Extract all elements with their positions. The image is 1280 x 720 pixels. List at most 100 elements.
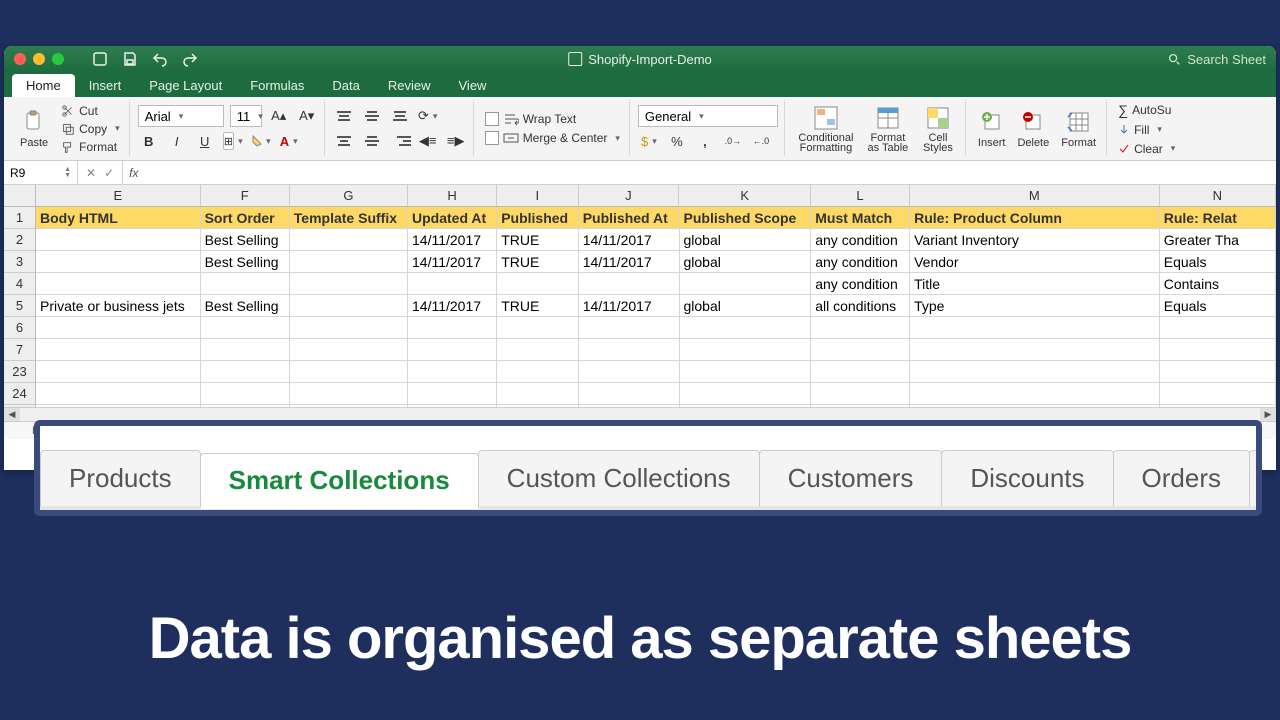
column-header-F[interactable]: F [201,185,290,206]
cell[interactable]: TRUE [497,251,578,273]
cell[interactable]: any condition [811,251,910,273]
header-cell[interactable]: Published At [579,207,680,229]
row-header-23[interactable]: 23 [4,361,35,383]
scroll-left-icon[interactable]: ◀ [4,408,20,422]
align-left-button[interactable] [333,130,355,152]
cell[interactable] [680,317,812,339]
cell[interactable]: global [680,229,812,251]
column-header-E[interactable]: E [36,185,201,206]
cell[interactable] [811,317,910,339]
cell[interactable] [811,339,910,361]
cell[interactable] [497,317,578,339]
cell[interactable]: Best Selling [201,229,290,251]
cell[interactable] [36,339,201,361]
column-header-J[interactable]: J [579,185,680,206]
cell[interactable] [1160,383,1276,405]
cell[interactable]: 14/11/2017 [579,295,680,317]
ribbon-tab-insert[interactable]: Insert [75,74,136,97]
cell[interactable]: TRUE [497,295,578,317]
cell[interactable] [290,383,408,405]
horizontal-scrollbar[interactable]: ◀ ▶ [4,407,1276,421]
sheet-tab-smart-collections[interactable]: Smart Collections [200,453,479,509]
cell[interactable] [408,383,497,405]
cell[interactable]: all conditions [811,295,910,317]
cell[interactable] [290,229,408,251]
orientation-button[interactable]: ⟳ [417,105,439,127]
fill-button[interactable]: Fill [1115,122,1178,138]
cell[interactable] [579,273,680,295]
align-top-button[interactable] [333,105,355,127]
font-name-select[interactable]: Arial [138,105,224,127]
decrease-indent-button[interactable]: ◀≡ [417,130,439,152]
font-color-button[interactable]: A [278,130,300,152]
column-header-L[interactable]: L [811,185,910,206]
header-cell[interactable]: Template Suffix [290,207,408,229]
ribbon-tab-view[interactable]: View [445,74,501,97]
minimize-button[interactable] [33,53,45,65]
sheet-tab-customers[interactable]: Customers [759,450,943,506]
comma-button[interactable]: , [694,130,716,152]
ribbon-tab-review[interactable]: Review [374,74,445,97]
cell[interactable]: Equals [1160,251,1276,273]
select-all-corner[interactable] [4,185,36,207]
column-header-N[interactable]: N [1160,185,1276,206]
ribbon-tab-page-layout[interactable]: Page Layout [135,74,236,97]
enter-icon[interactable]: ✓ [104,166,114,180]
cell[interactable]: 14/11/2017 [579,229,680,251]
cell[interactable] [201,383,290,405]
cell[interactable]: Title [910,273,1160,295]
cell[interactable] [910,339,1160,361]
header-cell[interactable]: Body HTML [36,207,201,229]
cell[interactable] [680,273,812,295]
save-icon[interactable] [122,51,138,67]
sheet-tab-discounts[interactable]: Discounts [941,450,1113,506]
increase-font-button[interactable]: A▴ [268,105,290,127]
cell[interactable] [579,317,680,339]
cell[interactable] [290,361,408,383]
insert-cells-button[interactable]: Insert [974,109,1010,149]
wrap-text-button[interactable]: Wrap Text [482,111,623,127]
cell[interactable] [290,339,408,361]
delete-cells-button[interactable]: Delete [1013,109,1053,149]
cell[interactable] [811,361,910,383]
cell[interactable] [910,383,1160,405]
ribbon-tab-data[interactable]: Data [318,74,373,97]
italic-button[interactable]: I [166,130,188,152]
cell[interactable] [36,251,201,273]
row-header-6[interactable]: 6 [4,317,35,339]
cell[interactable] [579,383,680,405]
cell[interactable]: global [680,251,812,273]
cell[interactable]: Best Selling [201,251,290,273]
close-button[interactable] [14,53,26,65]
row-header-7[interactable]: 7 [4,339,35,361]
cell[interactable] [1160,339,1276,361]
sheet-tab-orders[interactable]: Orders [1113,450,1250,506]
cell[interactable] [201,361,290,383]
cell[interactable]: Greater Tha [1160,229,1276,251]
header-cell[interactable]: Published [497,207,578,229]
cell[interactable]: TRUE [497,229,578,251]
header-cell[interactable]: Rule: Relat [1160,207,1276,229]
cut-button[interactable]: Cut [58,103,123,119]
cell[interactable]: Vendor [910,251,1160,273]
increase-indent-button[interactable]: ≡▶ [445,130,467,152]
cell[interactable] [290,295,408,317]
cancel-icon[interactable]: ✕ [86,166,96,180]
cell[interactable] [36,317,201,339]
cell[interactable] [680,383,812,405]
font-size-select[interactable]: 11 [230,105,262,127]
header-cell[interactable]: Published Scope [680,207,812,229]
cell[interactable]: 14/11/2017 [408,251,497,273]
row-header-3[interactable]: 3 [4,251,35,273]
spreadsheet-grid[interactable]: EFGHIJKLMN 1234567232425 Body HTMLSort O… [4,185,1276,439]
row-header-1[interactable]: 1 [4,207,35,229]
cell[interactable] [290,317,408,339]
cell[interactable] [201,317,290,339]
row-header-5[interactable]: 5 [4,295,35,317]
cell[interactable]: Type [910,295,1160,317]
undo-icon[interactable] [152,51,168,67]
cell[interactable] [290,251,408,273]
decrease-font-button[interactable]: A▾ [296,105,318,127]
cell[interactable]: Variant Inventory [910,229,1160,251]
fill-color-button[interactable] [250,130,272,152]
